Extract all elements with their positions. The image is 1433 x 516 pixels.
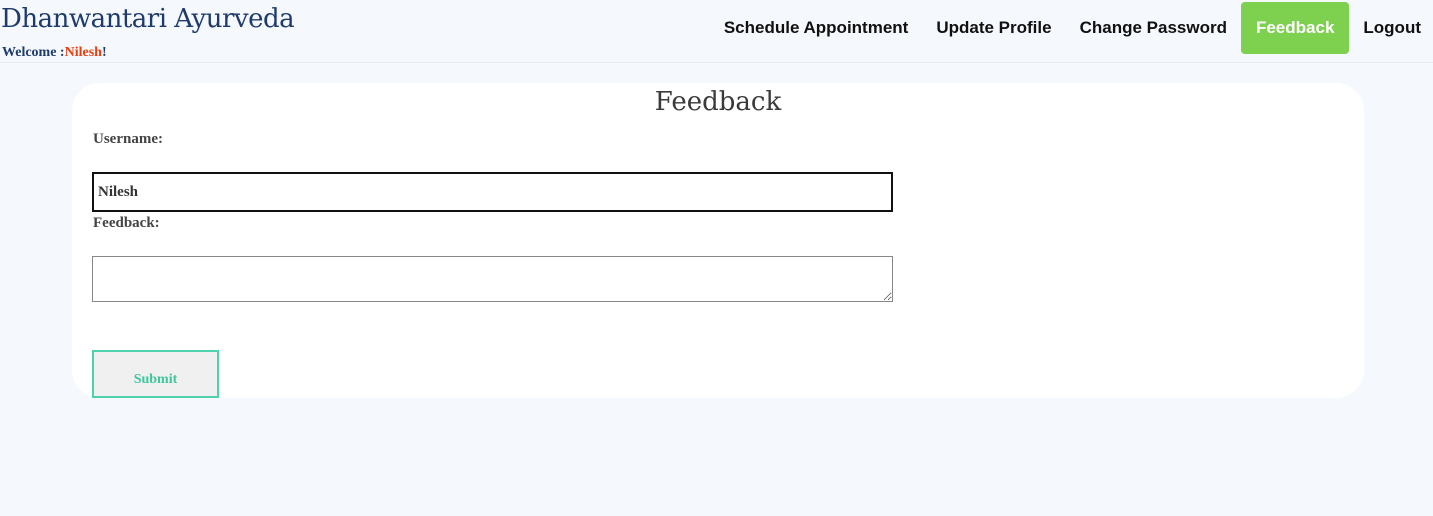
username-input[interactable] <box>92 172 893 212</box>
feedback-label: Feedback: <box>93 215 160 231</box>
nav-logout[interactable]: Logout <box>1349 2 1433 54</box>
nav-change-password[interactable]: Change Password <box>1066 2 1241 54</box>
feedback-textarea[interactable] <box>92 256 893 302</box>
welcome-message: Welcome :Nilesh! <box>2 45 107 61</box>
top-header: Dhanwantari Ayurveda Welcome :Nilesh! Sc… <box>0 0 1433 63</box>
brand-title: Dhanwantari Ayurveda <box>1 4 295 34</box>
main-nav: Schedule Appointment Update Profile Chan… <box>710 2 1433 54</box>
nav-schedule-appointment[interactable]: Schedule Appointment <box>710 2 923 54</box>
submit-button[interactable]: Submit <box>92 350 219 398</box>
welcome-username: Nilesh <box>64 45 102 60</box>
welcome-suffix: ! <box>101 45 107 60</box>
feedback-card: Feedback Username: Feedback: Submit <box>72 83 1364 398</box>
welcome-prefix: Welcome : <box>2 45 65 60</box>
page-title: Feedback <box>654 87 782 117</box>
nav-feedback[interactable]: Feedback <box>1240 2 1350 54</box>
nav-update-profile[interactable]: Update Profile <box>922 2 1065 54</box>
username-label: Username: <box>93 131 163 147</box>
